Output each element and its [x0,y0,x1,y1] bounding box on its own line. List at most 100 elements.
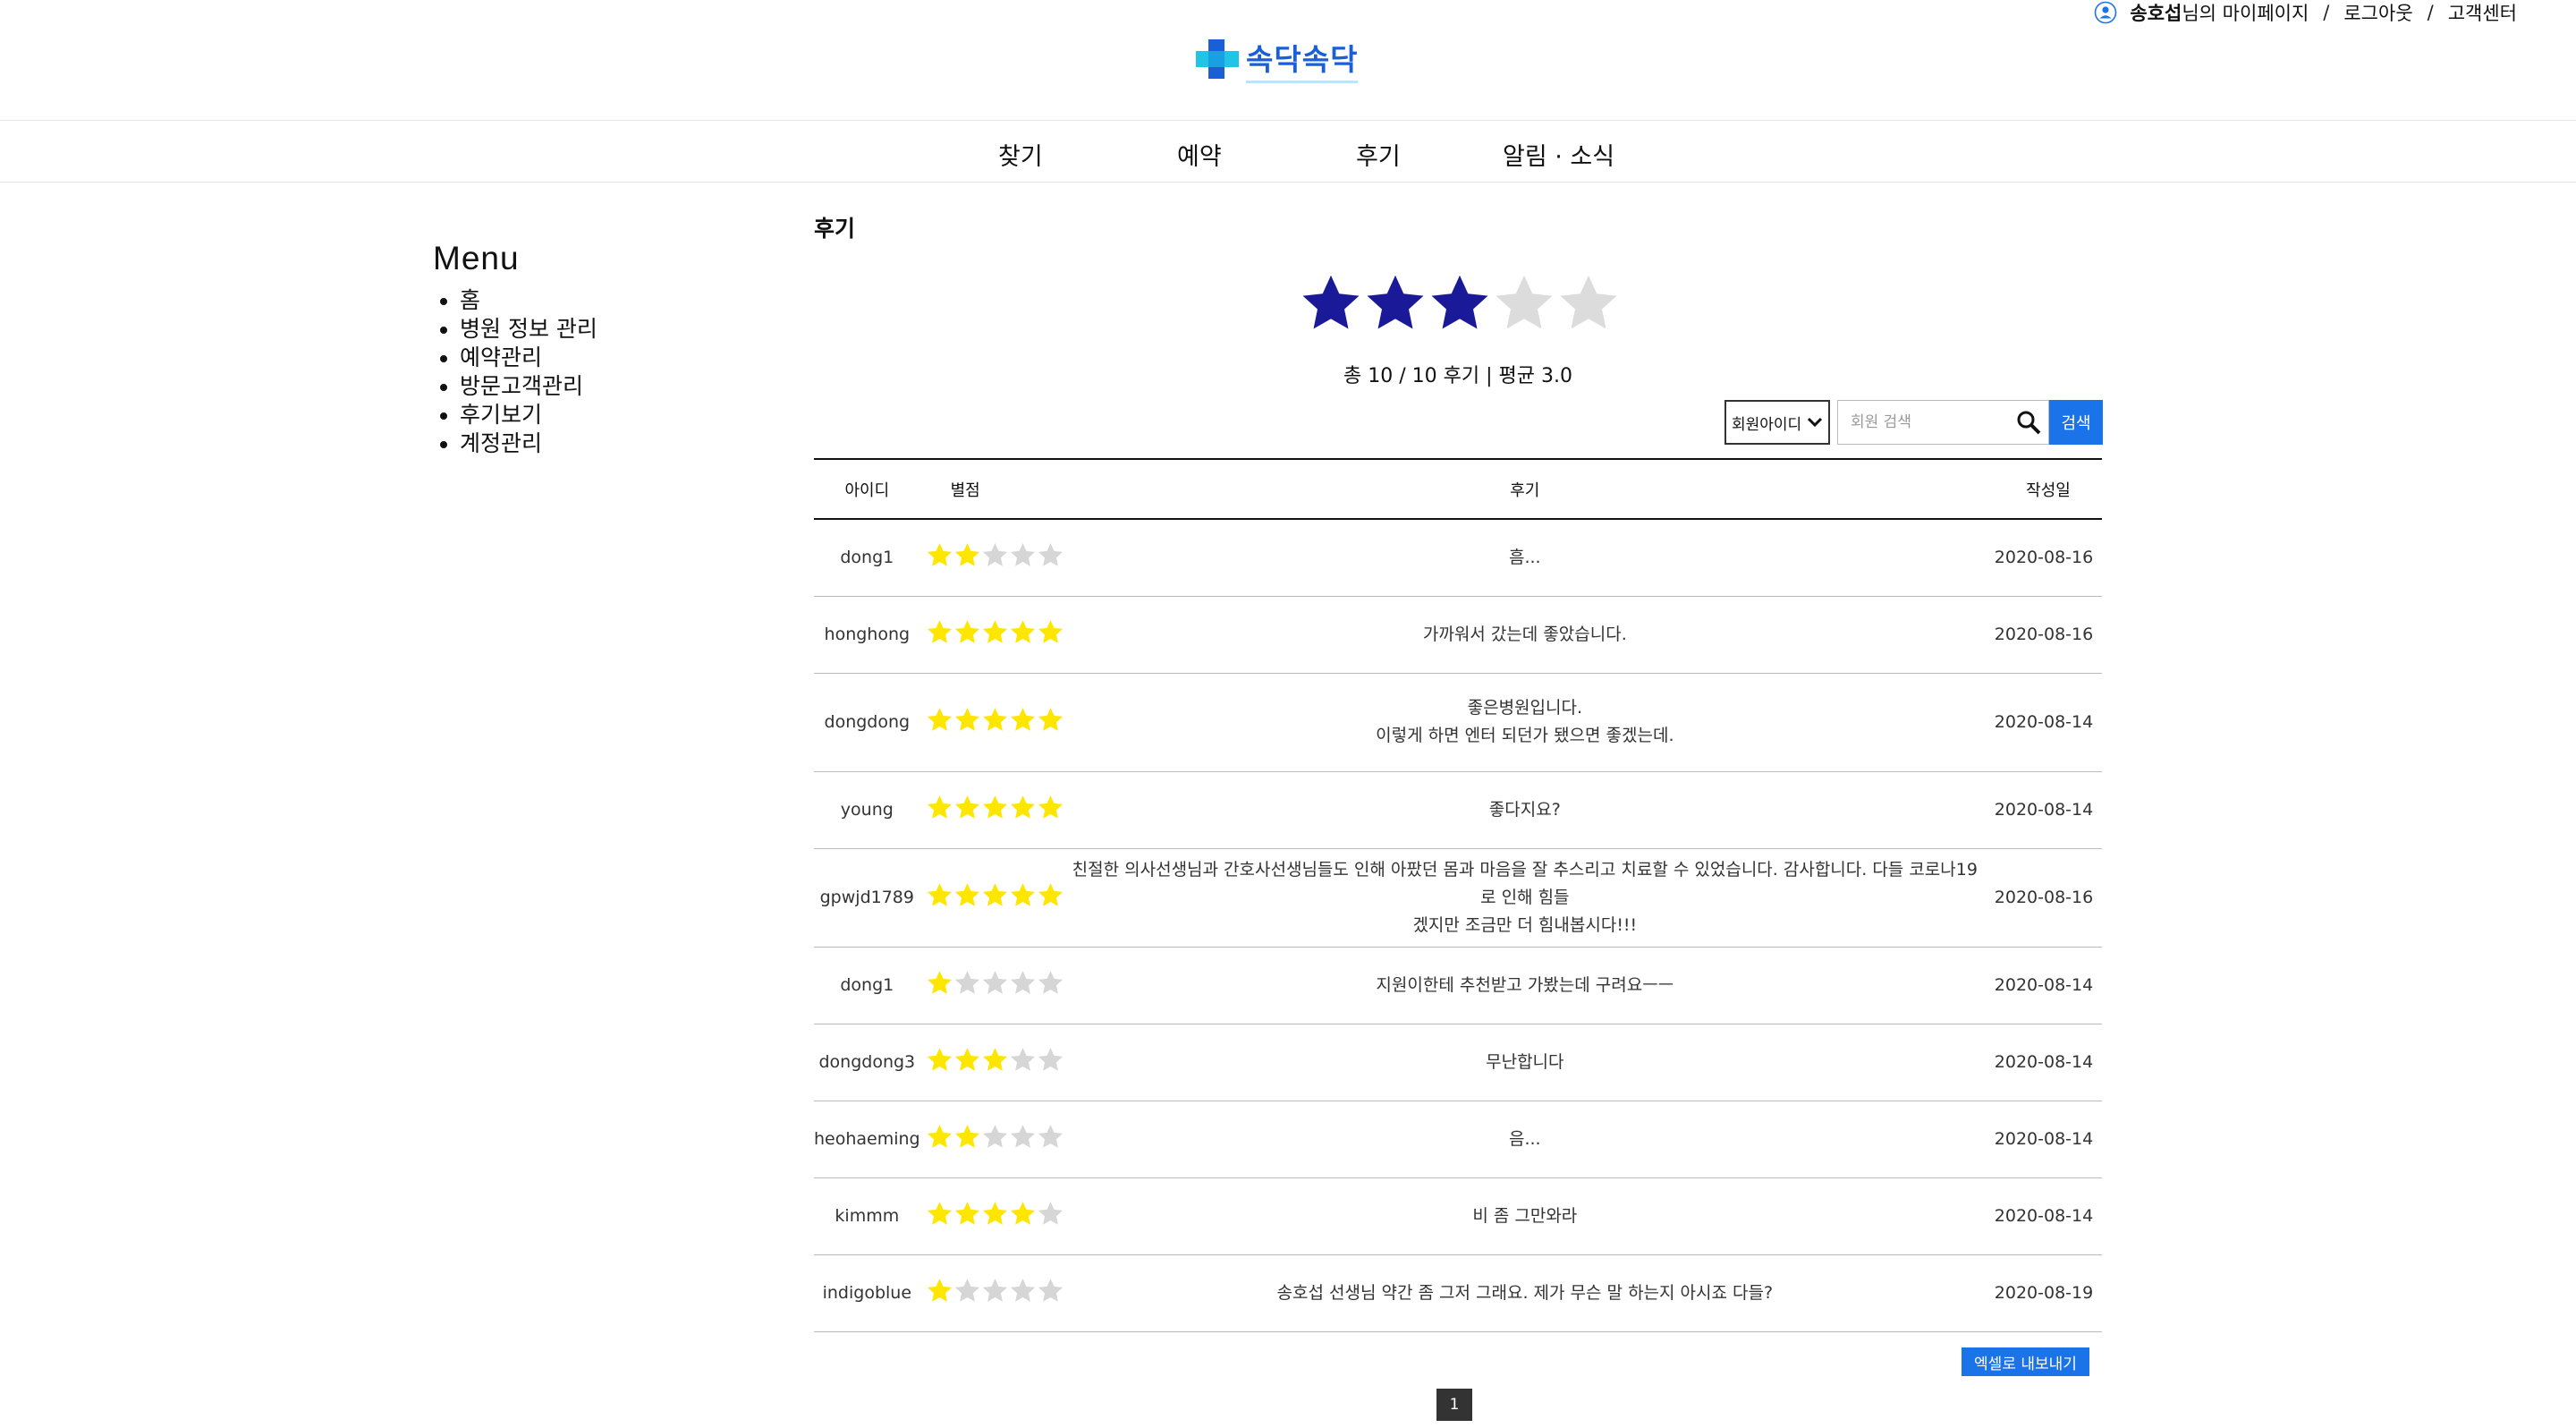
row-rating [919,1024,1064,1101]
star-filled-icon [954,708,979,731]
row-stars [926,541,1064,569]
row-review: 송호섭 선생님 약간 좀 그저 그래요. 제가 무슨 말 하는지 아시죠 다들? [1063,1254,1986,1332]
review-summary: 총 10 / 10 후기 | 평균 3.0 [1343,365,1572,387]
review-line: 송호섭 선생님 약간 좀 그저 그래요. 제가 무슨 말 하는지 아시죠 다들? [1276,1282,1774,1303]
table-header-row: 아이디 별점 후기 작성일 [814,459,2102,519]
sidebar-item-account[interactable]: 계정관리 [460,429,597,458]
row-review: 친절한 의사선생님과 간호사선생님들도 인해 아팠던 몸과 마음을 잘 추스리고… [1063,848,1986,948]
row-user-id: heohaeming [814,1101,920,1178]
review-line: 좋은병원입니다. [1467,698,1583,718]
row-rating [919,596,1064,674]
sidebar-item-home[interactable]: 홈 [460,286,597,315]
mypage-suffix: 님의 마이페이지 [2182,3,2309,24]
star-filled-icon [1038,795,1063,819]
row-review: 비 좀 그만와라 [1063,1177,1986,1255]
row-stars [926,881,1064,909]
top-utility-bar: 송호섭님의 마이페이지 / 로그아웃 / 고객센터 [2094,0,2517,25]
table-row[interactable]: dong1 지원이한테 추천받고 가봤는데 구려요ㅡㅡ 2020-08-14 [814,947,2102,1024]
row-stars [926,1123,1064,1151]
logout-link[interactable]: 로그아웃 [2343,0,2412,26]
sidebar-item-visitors[interactable]: 방문고객관리 [460,372,597,401]
nav-find[interactable]: 찾기 [998,137,1043,172]
table-row[interactable]: dongdong3 무난합니다 2020-08-14 [814,1024,2102,1101]
star-empty-icon [1038,543,1063,567]
table-row[interactable]: indigoblue 송호섭 선생님 약간 좀 그저 그래요. 제가 무슨 말 … [814,1254,2102,1332]
medical-cross-icon [1196,39,1239,79]
header-date: 작성일 [2026,480,2071,500]
star-filled-icon [1010,620,1035,643]
row-rating [919,1101,1064,1178]
star-filled-icon [1367,275,1424,329]
search-bar: 회원아이디 검색 [1724,400,2103,445]
row-date: 2020-08-14 [1986,1024,2102,1101]
row-user-id: dongdong [814,673,920,772]
star-empty-icon [1560,275,1617,329]
review-line: 이렇게 하면 엔터 되던가 됐으면 좋겠는데. [1376,726,1674,745]
site-logo[interactable]: 속닥속닥 [1192,36,1359,83]
nav-reservation[interactable]: 예약 [1177,137,1222,172]
row-rating [919,947,1064,1024]
separator: / [2427,2,2434,23]
star-filled-icon [927,543,952,567]
star-filled-icon [1431,275,1488,329]
star-filled-icon [954,883,979,906]
star-filled-icon [954,795,979,819]
sidebar-item-reviews[interactable]: 후기보기 [460,401,597,429]
row-rating [919,519,1064,597]
star-empty-icon [1010,1048,1035,1071]
row-date: 2020-08-19 [1986,1254,2102,1332]
row-stars [926,1046,1064,1074]
review-line: 좋다지요? [1488,799,1561,820]
star-filled-icon [954,1048,979,1071]
export-excel-button[interactable]: 엑셀로 내보내기 [1962,1347,2089,1376]
review-line: 비 좀 그만와라 [1472,1205,1578,1226]
row-review: 무난합니다 [1063,1024,1986,1101]
search-input[interactable] [1851,413,2012,431]
row-user-id: dong1 [814,519,920,597]
nav-reviews[interactable]: 후기 [1356,137,1401,172]
header-rating: 별점 [950,480,980,500]
table-row[interactable]: dongdong 좋은병원입니다. 이렇게 하면 엔터 되던가 됐으면 좋겠는데… [814,673,2102,772]
star-filled-icon [982,1202,1007,1225]
pagination-page-1[interactable]: 1 [1436,1389,1472,1421]
table-row[interactable]: honghong 가까워서 갔는데 좋았습니다. 2020-08-16 [814,596,2102,674]
review-line: 무난합니다 [1486,1051,1564,1072]
star-empty-icon [1496,275,1553,329]
star-filled-icon [982,1048,1007,1071]
table-row[interactable]: gpwjd1789 친절한 의사선생님과 간호사선생님들도 인해 아팠던 몸과 … [814,848,2102,948]
star-empty-icon [1010,1279,1035,1302]
table-row[interactable]: heohaeming 음... 2020-08-14 [814,1101,2102,1178]
row-user-id: indigoblue [814,1254,920,1332]
average-rating-stars [1299,271,1621,336]
star-empty-icon [954,971,979,994]
star-filled-icon [982,708,1007,731]
star-empty-icon [982,543,1007,567]
star-filled-icon [927,883,952,906]
star-empty-icon [982,1125,1007,1148]
star-filled-icon [927,1279,952,1302]
search-button[interactable]: 검색 [2049,400,2103,445]
star-filled-icon [1038,883,1063,906]
sidebar-item-reservations[interactable]: 예약관리 [460,344,597,372]
row-rating [919,771,1064,849]
star-filled-icon [982,620,1007,643]
review-line: 흠... [1509,547,1541,567]
table-row[interactable]: young 좋다지요? 2020-08-14 [814,771,2102,849]
table-row[interactable]: kimmm 비 좀 그만와라 2020-08-14 [814,1177,2102,1255]
page-title: 후기 [814,216,856,242]
star-filled-icon [1010,708,1035,731]
nav-news[interactable]: 알림 · 소식 [1503,137,1614,172]
row-rating [919,1254,1064,1332]
sidebar-title: Menu [433,240,520,276]
table-row[interactable]: dong1 흠... 2020-08-16 [814,519,2102,597]
star-empty-icon [1038,1202,1063,1225]
star-empty-icon [1038,971,1063,994]
sidebar-item-hospital-info[interactable]: 병원 정보 관리 [460,315,597,344]
row-user-id: gpwjd1789 [814,848,920,948]
search-icon[interactable] [2016,410,2041,435]
star-filled-icon [1010,1202,1035,1225]
search-field-select[interactable]: 회원아이디 [1724,400,1830,445]
mypage-link[interactable]: 송호섭님의 마이페이지 [2130,0,2309,26]
customer-center-link[interactable]: 고객센터 [2448,0,2517,26]
row-stars [926,794,1064,821]
